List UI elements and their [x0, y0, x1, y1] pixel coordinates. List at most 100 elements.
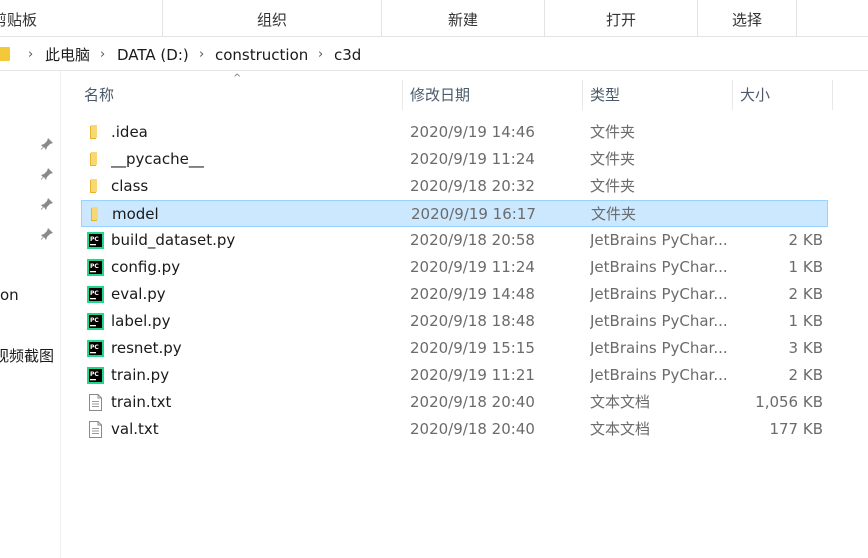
file-size: 2 KB — [788, 285, 823, 303]
file-type: JetBrains PyChar... — [590, 339, 728, 357]
file-row[interactable]: folder-icon__pycache__2020/9/19 11:24文件夹 — [81, 146, 828, 173]
file-size — [732, 201, 822, 228]
pin-icon[interactable] — [40, 227, 54, 241]
folder-icon — [91, 207, 98, 221]
file-size: 2 KB — [788, 366, 823, 384]
folder-icon — [90, 152, 97, 166]
column-separator[interactable] — [732, 80, 733, 110]
file-row[interactable]: folder-iconmodel2020/9/19 16:17文件夹 — [81, 200, 828, 227]
file-name[interactable]: eval.py — [111, 281, 166, 308]
breadcrumb-c3d[interactable]: c3d — [334, 37, 361, 70]
breadcrumb-construction[interactable]: construction — [215, 37, 308, 70]
ribbon-group-new[interactable]: 新建 — [382, 0, 544, 36]
svg-text:PC: PC — [90, 290, 99, 297]
ribbon-separator — [796, 0, 797, 36]
column-separator[interactable] — [832, 80, 833, 110]
chevron-right-icon[interactable]: › — [28, 37, 33, 70]
file-row[interactable]: pycharm-file-iconPCeval.py2020/9/19 14:4… — [81, 281, 828, 308]
file-type: 文件夹 — [590, 177, 636, 195]
svg-text:PC: PC — [90, 371, 99, 378]
file-date: 2020/9/18 18:48 — [410, 312, 535, 330]
nav-item-on[interactable]: on — [0, 286, 19, 304]
file-date: 2020/9/19 15:15 — [410, 339, 535, 357]
file-type: 文本文档 — [590, 393, 651, 411]
file-size: 2 KB — [788, 231, 823, 249]
file-name[interactable]: resnet.py — [111, 335, 182, 362]
file-row[interactable]: folder-icon.idea2020/9/19 14:46文件夹 — [81, 119, 828, 146]
file-name[interactable]: build_dataset.py — [111, 227, 235, 254]
file-type: JetBrains PyChar... — [590, 366, 728, 384]
breadcrumb-this-pc[interactable]: 此电脑 — [45, 37, 90, 70]
file-name[interactable]: .idea — [111, 119, 148, 146]
pin-icon[interactable] — [40, 137, 54, 151]
svg-text:PC: PC — [90, 236, 99, 243]
file-date: 2020/9/19 16:17 — [411, 205, 536, 223]
file-date: 2020/9/19 14:48 — [410, 285, 535, 303]
nav-item-screenshots[interactable]: 视频截图 — [0, 345, 54, 366]
sort-ascending-icon: ^ — [233, 73, 242, 84]
file-size: 1 KB — [788, 312, 823, 330]
text-file-icon — [89, 421, 102, 438]
column-header-type[interactable]: 类型 — [590, 80, 620, 110]
file-row[interactable]: pycharm-file-iconPCtrain.py2020/9/19 11:… — [81, 362, 828, 389]
file-date: 2020/9/19 14:46 — [410, 123, 535, 141]
file-date: 2020/9/18 20:40 — [410, 420, 535, 438]
ribbon-group-clipboard[interactable]: 剪贴板 — [0, 0, 52, 36]
file-row[interactable]: text-file-icontrain.txt2020/9/18 20:40文本… — [81, 389, 828, 416]
pycharm-file-icon: PC — [87, 259, 104, 276]
file-row[interactable]: pycharm-file-iconPCbuild_dataset.py2020/… — [81, 227, 828, 254]
file-size: 1,056 KB — [755, 393, 823, 411]
pycharm-file-icon: PC — [87, 340, 104, 357]
file-name[interactable]: class — [111, 173, 148, 200]
file-name[interactable]: train.py — [111, 362, 169, 389]
ribbon: 剪贴板 组织 新建 打开 选择 — [0, 0, 868, 37]
file-name[interactable]: label.py — [111, 308, 170, 335]
address-bar[interactable]: › 此电脑 › DATA (D:) › construction › c3d — [0, 37, 868, 71]
file-name[interactable]: val.txt — [111, 416, 159, 443]
pin-icon[interactable] — [40, 167, 54, 181]
ribbon-group-select[interactable]: 选择 — [698, 0, 796, 36]
pycharm-file-icon: PC — [87, 367, 104, 384]
file-date: 2020/9/18 20:40 — [410, 393, 535, 411]
pycharm-file-icon: PC — [87, 286, 104, 303]
column-separator[interactable] — [402, 80, 403, 110]
file-row[interactable]: pycharm-file-iconPCconfig.py2020/9/19 11… — [81, 254, 828, 281]
file-row[interactable]: pycharm-file-iconPCresnet.py2020/9/19 15… — [81, 335, 828, 362]
file-name[interactable]: __pycache__ — [111, 146, 204, 173]
column-header-size[interactable]: 大小 — [740, 80, 770, 110]
pin-icon[interactable] — [40, 197, 54, 211]
file-name[interactable]: train.txt — [111, 389, 171, 416]
folder-icon — [0, 47, 10, 61]
file-size: 1 KB — [788, 258, 823, 276]
ribbon-group-open[interactable]: 打开 — [545, 0, 697, 36]
chevron-right-icon[interactable]: › — [100, 37, 105, 70]
pycharm-file-icon: PC — [87, 232, 104, 249]
file-type: 文件夹 — [590, 123, 636, 141]
file-type: JetBrains PyChar... — [590, 231, 728, 249]
file-type: 文本文档 — [590, 420, 651, 438]
navigation-pane: on 视频截图 — [0, 71, 61, 558]
column-header-name[interactable]: 名称 — [84, 80, 114, 110]
column-separator[interactable] — [582, 80, 583, 110]
file-date: 2020/9/19 11:24 — [410, 150, 535, 168]
file-name[interactable]: config.py — [111, 254, 180, 281]
file-row[interactable]: pycharm-file-iconPClabel.py2020/9/18 18:… — [81, 308, 828, 335]
ribbon-group-organize[interactable]: 组织 — [163, 0, 381, 36]
svg-text:PC: PC — [90, 344, 99, 351]
file-size — [733, 173, 823, 200]
chevron-right-icon[interactable]: › — [318, 37, 323, 70]
text-file-icon — [89, 394, 102, 411]
file-row[interactable]: folder-iconclass2020/9/18 20:32文件夹 — [81, 173, 828, 200]
file-name[interactable]: model — [112, 201, 159, 228]
file-type: JetBrains PyChar... — [590, 285, 728, 303]
file-type: 文件夹 — [590, 150, 636, 168]
file-row[interactable]: text-file-iconval.txt2020/9/18 20:40文本文档… — [81, 416, 828, 443]
chevron-right-icon[interactable]: › — [199, 37, 204, 70]
pycharm-file-icon: PC — [87, 313, 104, 330]
file-type: 文件夹 — [591, 205, 637, 223]
column-header-date[interactable]: 修改日期 — [410, 80, 470, 110]
breadcrumb-data-drive[interactable]: DATA (D:) — [117, 37, 189, 70]
file-size — [733, 119, 823, 146]
folder-icon — [90, 125, 97, 139]
svg-text:PC: PC — [90, 317, 99, 324]
